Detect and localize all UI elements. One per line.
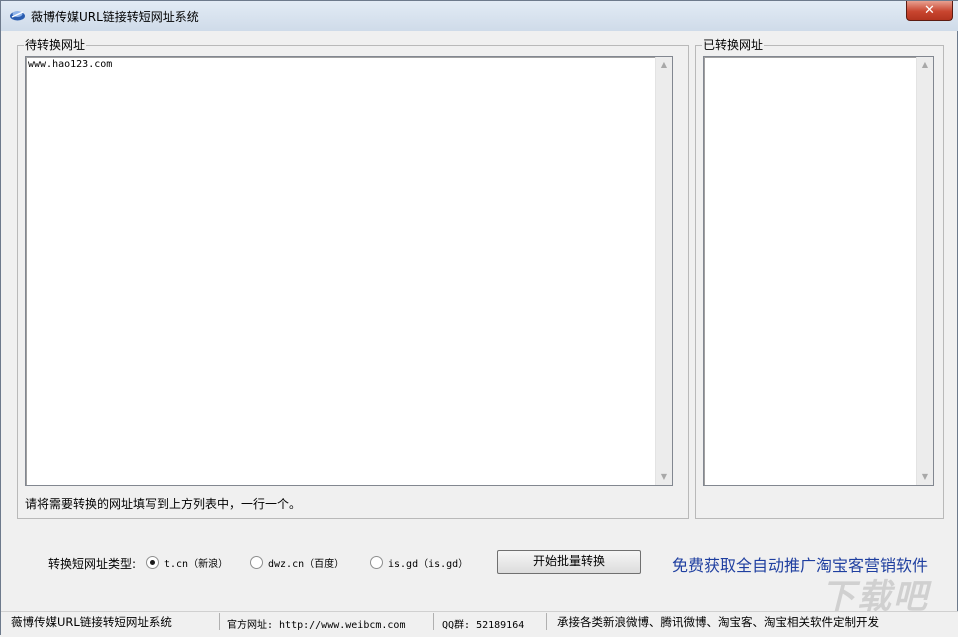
source-url-textarea[interactable]: www.hao123.com ▲ ▼ (25, 56, 673, 486)
app-logo-icon (10, 11, 25, 21)
radio-unchecked-icon[interactable] (250, 556, 263, 569)
scroll-up-icon[interactable]: ▲ (656, 57, 672, 73)
status-service: 承接各类新浪微博、腾讯微博、淘宝客、淘宝相关软件定制开发 (557, 615, 879, 629)
start-batch-convert-button[interactable]: 开始批量转换 (497, 550, 641, 574)
scroll-down-icon[interactable]: ▼ (656, 469, 672, 485)
result-url-textarea[interactable]: ▲ ▼ (703, 56, 934, 486)
radio-label: is.gd（is.gd） (388, 559, 469, 570)
app-window: 薇博传媒URL链接转短网址系统 ✕ 待转换网址 www.hao123.com ▲… (0, 0, 958, 637)
status-separator (546, 613, 547, 630)
input-hint: 请将需要转换的网址填写到上方列表中，一行一个。 (25, 497, 302, 511)
source-url-text: www.hao123.com (28, 59, 113, 70)
close-button[interactable]: ✕ (906, 1, 953, 21)
radio-dwzcn[interactable]: dwz.cn（百度） (250, 555, 344, 570)
radio-unchecked-icon[interactable] (370, 556, 383, 569)
source-group-title: 待转换网址 (24, 38, 87, 52)
result-group-title: 已转换网址 (702, 38, 765, 52)
status-separator (433, 613, 434, 630)
scroll-up-icon[interactable]: ▲ (917, 57, 933, 73)
radio-isgd[interactable]: is.gd（is.gd） (370, 555, 468, 570)
status-website[interactable]: 官方网址: http://www.weibcm.com (227, 616, 405, 631)
short-url-type-label: 转换短网址类型: (48, 557, 137, 571)
status-bar: 薇博传媒URL链接转短网址系统 官方网址: http://www.weibcm.… (1, 611, 958, 637)
scroll-down-icon[interactable]: ▼ (917, 469, 933, 485)
result-scrollbar[interactable]: ▲ ▼ (916, 57, 933, 485)
radio-checked-icon[interactable] (146, 556, 159, 569)
radio-label: dwz.cn（百度） (268, 559, 345, 570)
source-scrollbar[interactable]: ▲ ▼ (655, 57, 672, 485)
window-title: 薇博传媒URL链接转短网址系统 (31, 10, 199, 24)
radio-tcn[interactable]: t.cn（新浪） (146, 555, 228, 570)
status-app-name: 薇博传媒URL链接转短网址系统 (11, 615, 172, 629)
radio-label: t.cn（新浪） (164, 559, 229, 570)
status-qq-group: QQ群: 52189164 (442, 620, 525, 631)
title-bar[interactable]: 薇博传媒URL链接转短网址系统 ✕ (1, 1, 958, 31)
status-separator (219, 613, 220, 630)
